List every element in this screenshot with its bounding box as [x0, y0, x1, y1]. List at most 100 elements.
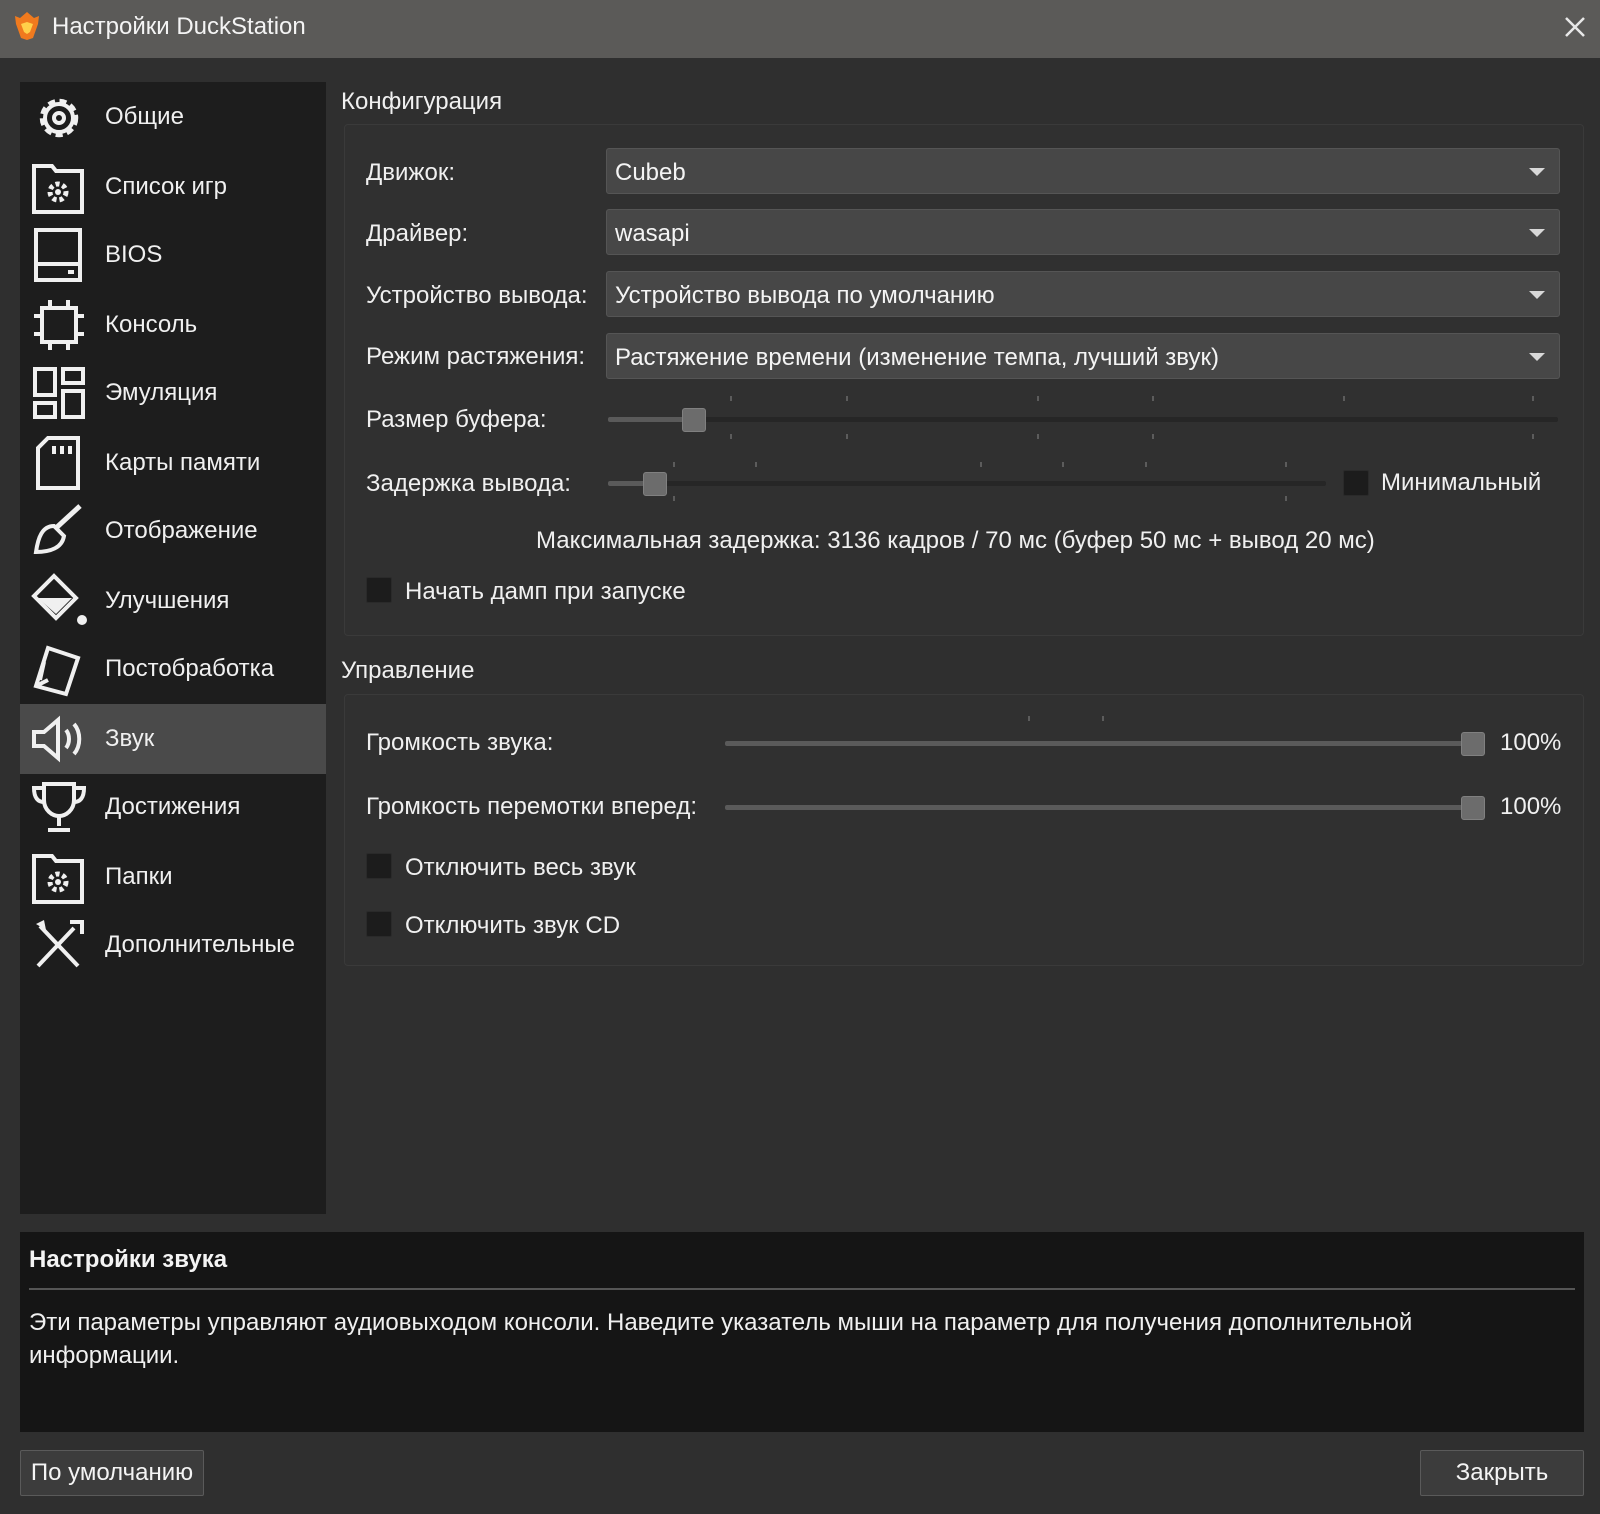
- slider-tick: [1532, 434, 1534, 439]
- sidebar-item-achievements[interactable]: Достижения: [20, 772, 326, 842]
- chevron-down-icon: [1529, 291, 1545, 299]
- title-bar: Настройки DuckStation: [0, 0, 1600, 58]
- settings-sidebar: Общие Список игр BIOS Консоль Эмуляция К…: [20, 82, 326, 1214]
- slider-tick: [730, 396, 732, 401]
- slider-tick: [1285, 462, 1287, 467]
- fast-forward-volume-label: Громкость перемотки вперед:: [366, 793, 697, 820]
- close-icon[interactable]: [1558, 10, 1592, 44]
- buffer-size-slider[interactable]: [608, 404, 1558, 434]
- slider-tick: [1102, 716, 1104, 721]
- minimal-latency-checkbox[interactable]: [1343, 470, 1369, 496]
- slider-tick: [1343, 396, 1345, 401]
- configuration-group-title: Конфигурация: [341, 88, 503, 115]
- output-device-dropdown[interactable]: Устройство вывода по умолчанию: [606, 271, 1560, 317]
- memory-card-icon: [30, 434, 88, 492]
- slider-tick: [1152, 434, 1154, 439]
- slider-tick: [1037, 434, 1039, 439]
- stretch-mode-label: Режим растяжения:: [366, 343, 586, 370]
- window-title: Настройки DuckStation: [52, 13, 306, 40]
- folder-gear-icon: [30, 158, 88, 216]
- sidebar-item-general[interactable]: Общие: [20, 82, 326, 152]
- sidebar-item-folders[interactable]: Папки: [20, 842, 326, 912]
- chevron-down-icon: [1529, 168, 1545, 176]
- sidebar-item-post-processing[interactable]: Постобработка: [20, 634, 326, 704]
- sidebar-item-label: Дополнительные: [105, 931, 295, 958]
- folder-settings-icon: [30, 848, 88, 906]
- sidebar-item-display[interactable]: Отображение: [20, 496, 326, 566]
- mute-all-checkbox[interactable]: [366, 853, 392, 879]
- brush-icon: [30, 502, 88, 560]
- slider-tick: [1037, 396, 1039, 401]
- help-panel: Настройки звука Эти параметры управляют …: [20, 1232, 1584, 1432]
- output-device-label: Устройство вывода:: [366, 282, 588, 309]
- sidebar-item-label: Постобработка: [105, 655, 275, 682]
- slider-tick: [673, 462, 675, 467]
- sidebar-item-advanced[interactable]: Дополнительные: [20, 910, 326, 980]
- volume-slider[interactable]: [725, 728, 1485, 758]
- slider-tick: [1028, 716, 1030, 721]
- sidebar-item-bios[interactable]: BIOS: [20, 220, 326, 290]
- slider-tick: [1152, 396, 1154, 401]
- output-device-value: Устройство вывода по умолчанию: [615, 282, 995, 309]
- dashboard-icon: [30, 364, 88, 422]
- volume-value: 100%: [1500, 729, 1562, 756]
- fast-forward-volume-slider[interactable]: [725, 792, 1485, 822]
- restore-defaults-button[interactable]: По умолчанию: [20, 1450, 204, 1496]
- slider-handle[interactable]: [1461, 732, 1485, 756]
- bios-chip-icon: [30, 226, 88, 284]
- cpu-icon: [30, 296, 88, 354]
- slider-handle[interactable]: [1461, 796, 1485, 820]
- slider-handle[interactable]: [682, 408, 707, 432]
- close-button[interactable]: Закрыть: [1420, 1450, 1584, 1496]
- sidebar-item-label: Достижения: [105, 793, 241, 820]
- sidebar-item-label: Звук: [105, 725, 155, 752]
- mute-cd-checkbox[interactable]: [366, 911, 392, 937]
- help-title: Настройки звука: [29, 1246, 228, 1273]
- slider-tick: [846, 396, 848, 401]
- backend-label: Движок:: [366, 159, 455, 186]
- slider-tick: [1145, 462, 1147, 467]
- backend-value: Cubeb: [615, 159, 686, 186]
- speaker-icon: [30, 710, 88, 768]
- mute-cd-label: Отключить звук CD: [405, 912, 621, 939]
- duckstation-logo-icon: [15, 12, 39, 40]
- sidebar-item-sound[interactable]: Звук: [20, 704, 326, 774]
- sidebar-item-label: Отображение: [105, 517, 258, 544]
- sidebar-item-console[interactable]: Консоль: [20, 290, 326, 360]
- driver-value: wasapi: [615, 220, 690, 247]
- slider-groove: [608, 417, 1558, 422]
- slider-fill: [725, 805, 1473, 810]
- stretch-mode-value: Растяжение времени (изменение темпа, луч…: [615, 344, 1219, 371]
- driver-dropdown[interactable]: wasapi: [606, 209, 1560, 255]
- max-latency-info: Максимальная задержка: 3136 кадров / 70 …: [536, 527, 1375, 554]
- output-latency-slider[interactable]: [608, 468, 1326, 498]
- sidebar-item-label: Карты памяти: [105, 449, 261, 476]
- sidebar-item-label: BIOS: [105, 241, 163, 268]
- sidebar-item-game-list[interactable]: Список игр: [20, 152, 326, 222]
- chevron-down-icon: [1529, 229, 1545, 237]
- sidebar-item-enhancements[interactable]: Улучшения: [20, 566, 326, 636]
- driver-label: Драйвер:: [366, 220, 469, 247]
- gear-icon: [30, 88, 88, 146]
- fast-forward-volume-value: 100%: [1500, 793, 1562, 820]
- slider-fill: [725, 741, 1473, 746]
- controls-group-title: Управление: [341, 657, 475, 684]
- backend-dropdown[interactable]: Cubeb: [606, 148, 1560, 194]
- dump-on-boot-checkbox[interactable]: [366, 577, 392, 603]
- help-divider: [29, 1288, 1575, 1290]
- stretch-mode-dropdown[interactable]: Растяжение времени (изменение темпа, луч…: [606, 333, 1560, 379]
- dump-on-boot-label: Начать дамп при запуске: [405, 578, 686, 605]
- slider-tick: [980, 462, 982, 467]
- sidebar-item-label: Эмуляция: [105, 379, 218, 406]
- slider-tick: [730, 434, 732, 439]
- cards-icon: [30, 640, 88, 698]
- slider-handle[interactable]: [642, 472, 667, 496]
- slider-groove: [608, 481, 1326, 486]
- sidebar-item-memory-cards[interactable]: Карты памяти: [20, 428, 326, 498]
- help-text: Эти параметры управляют аудиовыходом кон…: [29, 1309, 1413, 1369]
- sidebar-item-emulation[interactable]: Эмуляция: [20, 358, 326, 428]
- paint-bucket-icon: [30, 572, 88, 630]
- mute-all-label: Отключить весь звук: [405, 854, 636, 881]
- sidebar-item-label: Улучшения: [105, 587, 230, 614]
- minimal-latency-label: Минимальный: [1381, 469, 1542, 496]
